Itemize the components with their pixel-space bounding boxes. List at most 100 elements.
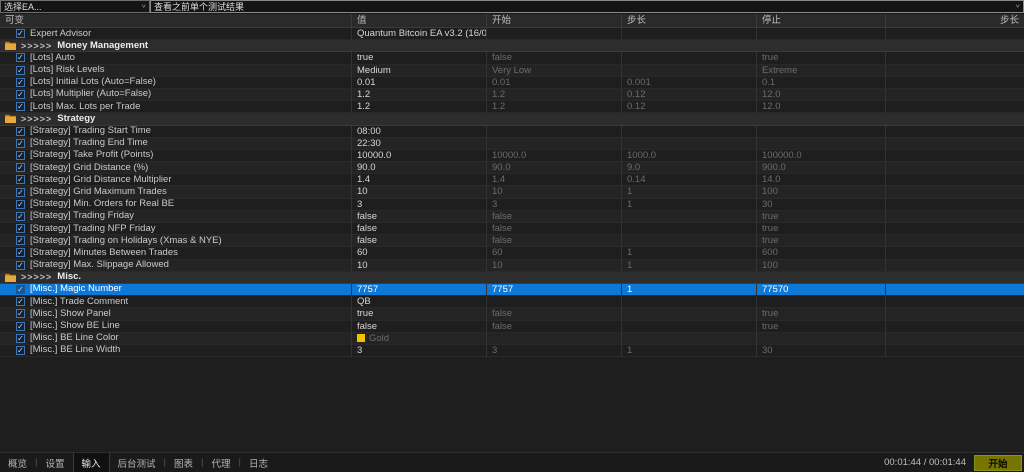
- value-cell[interactable]: 10: [352, 260, 487, 272]
- checkbox-checked[interactable]: ✓: [16, 224, 25, 233]
- stop-cell[interactable]: 12.0: [757, 101, 886, 113]
- param-row[interactable]: ✓[Lots] Max. Lots per Trade1.21.20.1212.…: [0, 101, 1024, 113]
- checkbox-checked[interactable]: ✓: [16, 53, 25, 62]
- step-cell[interactable]: [622, 138, 757, 150]
- param-row[interactable]: ✓[Lots] Risk LevelsMediumVery LowExtreme: [0, 65, 1024, 77]
- step-cell[interactable]: [622, 211, 757, 223]
- ea-selector-dropdown[interactable]: 选择EA... ˅: [0, 0, 150, 13]
- param-row[interactable]: ✓[Strategy] Trading NFP Fridayfalsefalse…: [0, 223, 1024, 235]
- checkbox-checked[interactable]: ✓: [16, 297, 25, 306]
- checkbox-checked[interactable]: ✓: [16, 334, 25, 343]
- step-cell[interactable]: [622, 126, 757, 138]
- value-cell[interactable]: 0.01: [352, 77, 487, 89]
- checkbox-checked[interactable]: ✓: [16, 151, 25, 160]
- checkbox-checked[interactable]: ✓: [16, 102, 25, 111]
- start-cell[interactable]: 7757: [487, 284, 622, 296]
- start-cell[interactable]: 10: [487, 186, 622, 198]
- stop-cell[interactable]: 100: [757, 260, 886, 272]
- start-cell[interactable]: 3: [487, 345, 622, 357]
- checkbox-checked[interactable]: ✓: [16, 322, 25, 331]
- start-cell[interactable]: Very Low: [487, 65, 622, 77]
- stop-cell[interactable]: 600: [757, 247, 886, 259]
- start-cell[interactable]: false: [487, 235, 622, 247]
- param-row[interactable]: ✓[Lots] Multiplier (Auto=False)1.21.20.1…: [0, 89, 1024, 101]
- stop-cell[interactable]: [757, 126, 886, 138]
- step-cell[interactable]: 1000.0: [622, 150, 757, 162]
- param-row[interactable]: ✓[Strategy] Trading End Time22:30: [0, 138, 1024, 150]
- start-cell[interactable]: false: [487, 52, 622, 64]
- checkbox-checked[interactable]: ✓: [16, 175, 25, 184]
- start-cell[interactable]: 0.01: [487, 77, 622, 89]
- stop-cell[interactable]: Extreme: [757, 65, 886, 77]
- start-button[interactable]: 开始: [974, 455, 1022, 471]
- step-cell[interactable]: 0.14: [622, 174, 757, 186]
- stop-cell[interactable]: true: [757, 308, 886, 320]
- value-cell[interactable]: 22:30: [352, 138, 487, 150]
- value-cell[interactable]: 1.2: [352, 101, 487, 113]
- param-row[interactable]: ✓[Strategy] Take Profit (Points)10000.01…: [0, 150, 1024, 162]
- tab-3[interactable]: 输入: [73, 453, 110, 472]
- start-cell[interactable]: 3: [487, 199, 622, 211]
- checkbox-checked[interactable]: ✓: [16, 346, 25, 355]
- value-cell[interactable]: 3: [352, 199, 487, 211]
- value-cell[interactable]: 3: [352, 345, 487, 357]
- tab-6[interactable]: 代理: [203, 453, 238, 472]
- param-row[interactable]: ✓[Misc.] Show Paneltruefalsetrue: [0, 308, 1024, 320]
- stop-cell[interactable]: 14.0: [757, 174, 886, 186]
- checkbox-checked[interactable]: ✓: [16, 188, 25, 197]
- value-cell[interactable]: Medium: [352, 65, 487, 77]
- step-cell[interactable]: 1: [622, 260, 757, 272]
- step-cell[interactable]: 0.001: [622, 77, 757, 89]
- step-cell[interactable]: [622, 223, 757, 235]
- start-cell[interactable]: [487, 28, 622, 40]
- checkbox-checked[interactable]: ✓: [16, 261, 25, 270]
- start-cell[interactable]: false: [487, 308, 622, 320]
- start-cell[interactable]: [487, 296, 622, 308]
- value-cell[interactable]: true: [352, 52, 487, 64]
- value-cell[interactable]: false: [352, 223, 487, 235]
- stop-cell[interactable]: true: [757, 223, 886, 235]
- stop-cell[interactable]: 77570: [757, 284, 886, 296]
- param-row[interactable]: ✓[Strategy] Trading Start Time08:00: [0, 126, 1024, 138]
- checkbox-checked[interactable]: ✓: [16, 248, 25, 257]
- checkbox-checked[interactable]: ✓: [16, 200, 25, 209]
- stop-cell[interactable]: 12.0: [757, 89, 886, 101]
- tab-5[interactable]: 图表: [166, 453, 201, 472]
- step-cell[interactable]: [622, 296, 757, 308]
- value-cell[interactable]: true: [352, 308, 487, 320]
- checkbox-checked[interactable]: ✓: [16, 212, 25, 221]
- param-row[interactable]: ✓[Misc.] Show BE Linefalsefalsetrue: [0, 321, 1024, 333]
- group-row[interactable]: >>>>>Misc.: [0, 272, 1024, 284]
- value-cell[interactable]: 60: [352, 247, 487, 259]
- value-cell[interactable]: false: [352, 211, 487, 223]
- start-cell[interactable]: [487, 333, 622, 345]
- stop-cell[interactable]: 30: [757, 199, 886, 211]
- start-cell[interactable]: false: [487, 321, 622, 333]
- stop-cell[interactable]: true: [757, 52, 886, 64]
- value-cell[interactable]: 08:00: [352, 126, 487, 138]
- checkbox-checked[interactable]: ✓: [16, 309, 25, 318]
- param-row[interactable]: ✓[Strategy] Grid Distance (%)90.090.09.0…: [0, 162, 1024, 174]
- stop-cell[interactable]: 100000.0: [757, 150, 886, 162]
- step-cell[interactable]: 1: [622, 247, 757, 259]
- start-cell[interactable]: false: [487, 211, 622, 223]
- checkbox-checked[interactable]: ✓: [16, 236, 25, 245]
- checkbox-checked[interactable]: ✓: [16, 285, 25, 294]
- step-cell[interactable]: 1: [622, 345, 757, 357]
- stop-cell[interactable]: true: [757, 211, 886, 223]
- group-row[interactable]: >>>>>Money Management: [0, 40, 1024, 52]
- step-cell[interactable]: 0.12: [622, 101, 757, 113]
- param-row[interactable]: ✓[Strategy] Min. Orders for Real BE33130: [0, 199, 1024, 211]
- step-cell[interactable]: [622, 28, 757, 40]
- step-cell[interactable]: 1: [622, 284, 757, 296]
- step-cell[interactable]: 1: [622, 199, 757, 211]
- step-cell[interactable]: [622, 333, 757, 345]
- param-row[interactable]: ✓[Misc.] Magic Number77577757177570: [0, 284, 1024, 296]
- value-cell[interactable]: 90.0: [352, 162, 487, 174]
- tab-2[interactable]: 设置: [37, 453, 72, 472]
- stop-cell[interactable]: [757, 138, 886, 150]
- step-cell[interactable]: [622, 321, 757, 333]
- param-row[interactable]: ✓[Strategy] Grid Distance Multiplier1.41…: [0, 174, 1024, 186]
- stop-cell[interactable]: [757, 333, 886, 345]
- step-cell[interactable]: 9.0: [622, 162, 757, 174]
